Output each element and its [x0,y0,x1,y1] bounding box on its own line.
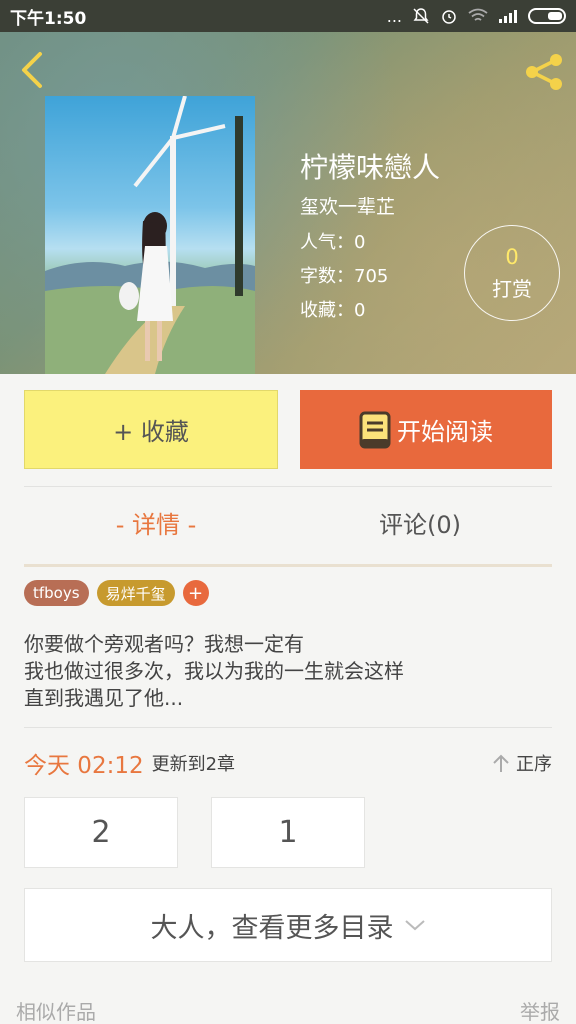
status-icons: ... [387,7,566,26]
start-reading-button[interactable]: 开始阅读 [300,390,552,469]
arrow-up-icon [493,754,509,772]
tab-detail[interactable]: - 详情 - [24,505,288,540]
intro-line: 我也做过很多次，我以为我的一生就会这样 [24,659,404,683]
reward-button[interactable]: 0 打赏 [464,225,560,321]
sort-label: 正序 [516,754,552,775]
reward-count: 0 [505,244,519,269]
tab-comments[interactable]: 评论(0) [288,505,552,540]
start-reading-label: 开始阅读 [397,418,493,446]
status-time: 下午1:50 [10,8,87,29]
book-author[interactable]: 玺欢一辈芷 [300,192,395,219]
tag-item[interactable]: 易烊千玺 [96,580,175,606]
chevron-down-icon [404,920,425,931]
divider [24,486,552,487]
book-icon [359,411,391,448]
book-title: 柠檬味戀人 [300,151,441,184]
sort-toggle[interactable]: 正序 [492,750,552,776]
tab-underline [24,564,552,567]
more-toc-button[interactable]: 大人，查看更多目录 [24,888,552,962]
similar-works-heading: 相似作品 [16,1000,96,1024]
divider [24,727,552,728]
tag-list: tfboys 易烊千玺 + [24,580,209,606]
add-favorite-button[interactable]: + 收藏 [24,390,278,469]
status-bar: 下午1:50 ... [0,0,576,32]
book-cover[interactable] [45,96,255,374]
favorites-stat: 收藏：0 [300,300,366,321]
mute-icon [413,8,429,24]
update-text: 更新到2章 [151,754,236,775]
intro-line: 你要做个旁观者吗？我想一定有 [24,632,304,656]
report-link[interactable]: 举报 [520,996,560,1024]
chapter-item[interactable]: 1 [211,797,365,868]
book-header: 柠檬味戀人 玺欢一辈芷 人气：0 字数：705 收藏：0 0 打赏 [0,32,576,374]
more-dots-icon: ... [386,6,402,26]
book-intro[interactable]: 你要做个旁观者吗？我想一定有 我也做过很多次，我以为我的一生就会这样 直到我遇见… [24,631,552,712]
word-count-stat: 字数：705 [300,266,389,287]
update-date: 今天 02:12 [24,753,144,779]
wifi-icon [468,8,488,21]
more-toc-label: 大人，查看更多目录 [150,912,394,944]
back-icon[interactable] [14,50,50,90]
add-tag-button[interactable]: + [182,580,209,606]
cover-illustration [45,96,255,374]
share-icon[interactable] [522,52,566,92]
intro-line: 直到我遇见了他... [24,686,184,710]
reward-label: 打赏 [492,276,532,301]
popularity-stat: 人气：0 [300,232,366,253]
battery-icon [528,8,566,24]
tag-item[interactable]: tfboys [24,580,89,606]
alarm-icon [442,10,456,24]
signal-icon [499,10,517,23]
update-row: 今天 02:12 更新到2章 正序 [24,746,552,780]
chapter-item[interactable]: 2 [24,797,178,868]
